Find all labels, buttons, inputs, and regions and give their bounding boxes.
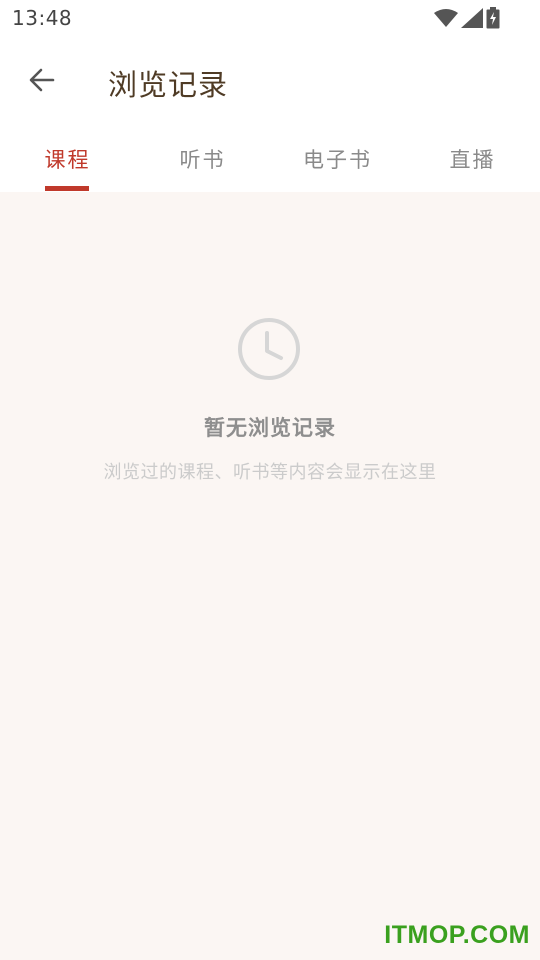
tab-label: 课程 (44, 148, 91, 172)
app-header: 浏览记录 (0, 36, 540, 126)
tab-label: 电子书 (303, 148, 372, 172)
clock-icon (236, 316, 302, 382)
tab-label: 直播 (449, 148, 496, 172)
page-title: 浏览记录 (108, 68, 229, 102)
tab-label: 听书 (179, 148, 226, 172)
status-icons (434, 7, 500, 33)
empty-state-title: 暂无浏览记录 (204, 416, 336, 440)
back-button[interactable] (22, 60, 62, 100)
tab-bar: 课程 听书 电子书 直播 (0, 126, 540, 192)
battery-charging-icon (486, 7, 500, 33)
tab-audiobooks[interactable]: 听书 (135, 126, 270, 192)
status-bar: 13:48 (0, 0, 540, 36)
tab-courses[interactable]: 课程 (0, 126, 135, 192)
active-tab-indicator (45, 186, 89, 191)
arrow-left-icon (29, 68, 55, 92)
status-time: 13:48 (12, 6, 73, 30)
tab-live[interactable]: 直播 (405, 126, 540, 192)
watermark-logo: ITMOP.COM (384, 921, 530, 949)
tab-ebooks[interactable]: 电子书 (270, 126, 405, 192)
wifi-icon (434, 8, 458, 32)
content-area: 暂无浏览记录 浏览过的课程、听书等内容会显示在这里 (0, 192, 540, 960)
signal-icon (461, 8, 483, 32)
empty-state-subtitle: 浏览过的课程、听书等内容会显示在这里 (103, 462, 437, 483)
